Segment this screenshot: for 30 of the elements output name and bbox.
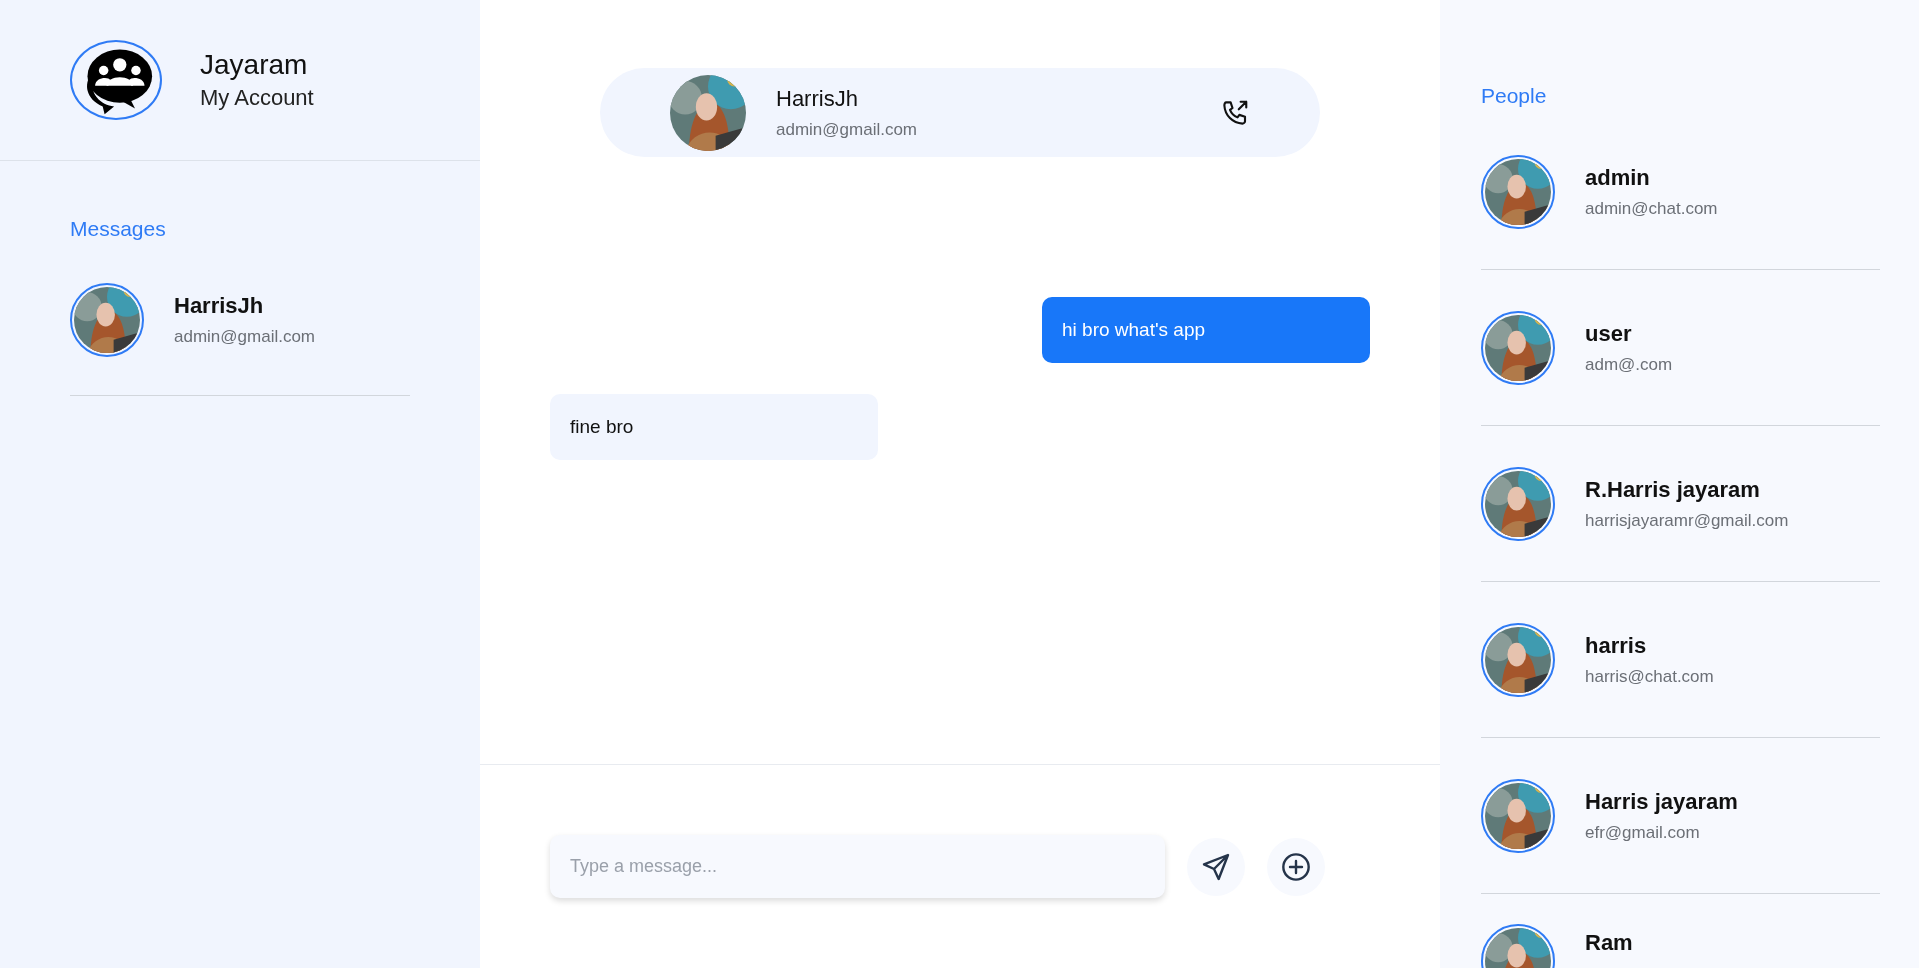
account-name: Jayaram xyxy=(200,49,309,81)
section-title: People xyxy=(1481,84,1548,108)
contact-name[interactable]: Ram xyxy=(1585,930,1633,956)
contact-name[interactable]: R.Harris jayaram xyxy=(1585,477,1789,503)
section-title: Messages xyxy=(70,217,167,241)
contact-email: admin@chat.com xyxy=(1585,199,1718,219)
contact-name[interactable]: HarrisJh xyxy=(174,293,316,319)
avatar[interactable] xyxy=(1481,155,1555,229)
account-subtitle[interactable]: My Account xyxy=(200,85,314,111)
contact-name[interactable]: admin xyxy=(1585,165,1718,191)
contact-name[interactable]: user xyxy=(1585,321,1673,347)
contact-email: adm@.com xyxy=(1585,355,1673,375)
message-input[interactable]: Type a message... xyxy=(550,835,1165,898)
contact-name[interactable]: harris xyxy=(1585,633,1714,659)
avatar[interactable] xyxy=(1481,779,1555,853)
contact-name[interactable]: Harris jayaram xyxy=(1585,789,1738,815)
contact-email: harris@chat.com xyxy=(1585,667,1714,687)
contact-email: admin@gmail.com xyxy=(776,119,918,140)
chat-group-logo-icon xyxy=(70,40,162,120)
avatar[interactable] xyxy=(1481,311,1555,385)
message-bubble: fine bro xyxy=(550,394,878,460)
avatar[interactable] xyxy=(1481,467,1555,541)
contact-email: harrisjayaramr@gmail.com xyxy=(1585,511,1789,531)
plus-circle-icon xyxy=(1280,850,1312,883)
message-bubble: hi bro what's app xyxy=(1042,297,1370,363)
contact-email: efr@gmail.com xyxy=(1585,823,1701,843)
avatar[interactable] xyxy=(1481,623,1555,697)
avatar[interactable] xyxy=(70,283,144,357)
contact-email: admin@gmail.com xyxy=(174,327,316,347)
contact-name: HarrisJh xyxy=(776,85,859,112)
